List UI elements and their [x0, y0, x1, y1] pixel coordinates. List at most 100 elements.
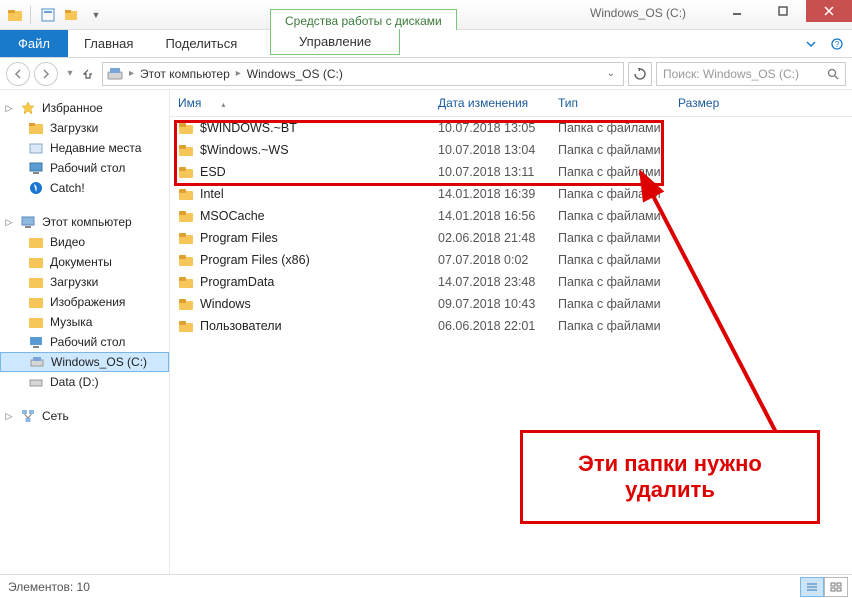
- sidebar-item-videos[interactable]: Видео: [0, 232, 169, 252]
- sidebar-item-desktop-pc[interactable]: Рабочий стол: [0, 332, 169, 352]
- tab-manage[interactable]: Управление: [270, 29, 400, 55]
- sidebar-item-downloads-pc[interactable]: Загрузки: [0, 272, 169, 292]
- drive-icon: [107, 66, 123, 82]
- caret-icon[interactable]: ▷: [4, 411, 14, 422]
- sidebar-item-pictures[interactable]: Изображения: [0, 292, 169, 312]
- file-row[interactable]: Windows09.07.2018 10:43Папка с файлами: [170, 293, 852, 315]
- column-name[interactable]: Имя▴: [170, 90, 430, 116]
- file-size: [670, 125, 750, 131]
- maximize-button[interactable]: [760, 0, 806, 22]
- sidebar-label: Catch!: [50, 181, 85, 195]
- forward-button[interactable]: [34, 62, 58, 86]
- close-button[interactable]: [806, 0, 852, 22]
- folder-icon: [178, 142, 194, 158]
- chevron-right-icon[interactable]: ▸: [129, 68, 134, 79]
- column-type[interactable]: Тип: [550, 90, 670, 116]
- sidebar-label: Недавние места: [50, 141, 141, 155]
- file-size: [670, 279, 750, 285]
- column-date[interactable]: Дата изменения: [430, 90, 550, 116]
- file-row[interactable]: Пользователи06.06.2018 22:01Папка с файл…: [170, 315, 852, 337]
- file-name: ESD: [200, 165, 226, 179]
- file-size: [670, 147, 750, 153]
- help-icon[interactable]: ?: [828, 35, 846, 53]
- recent-locations-dropdown[interactable]: ▾: [62, 68, 78, 79]
- breadcrumb-this-pc[interactable]: Этот компьютер: [140, 67, 230, 81]
- titlebar: ▼ Средства работы с дисками Windows_OS (…: [0, 0, 852, 30]
- file-date: 10.07.2018 13:05: [430, 118, 550, 138]
- file-type: Папка с файлами: [550, 140, 670, 160]
- file-size: [670, 191, 750, 197]
- tab-share[interactable]: Поделиться: [149, 31, 253, 56]
- sidebar-network[interactable]: ▷ Сеть: [0, 406, 169, 426]
- qat-dropdown-icon[interactable]: ▼: [85, 4, 107, 26]
- file-type: Папка с файлами: [550, 206, 670, 226]
- file-row[interactable]: ProgramData14.07.2018 23:48Папка с файла…: [170, 271, 852, 293]
- separator: [30, 6, 31, 24]
- navigation-pane: ▷ Избранное Загрузки Недавние места Рабо…: [0, 90, 170, 574]
- back-button[interactable]: [6, 62, 30, 86]
- sidebar-label: Видео: [50, 235, 85, 249]
- file-date: 07.07.2018 0:02: [430, 250, 550, 270]
- column-headers: Имя▴ Дата изменения Тип Размер: [170, 90, 852, 117]
- folder-icon: [178, 164, 194, 180]
- chevron-right-icon[interactable]: ▸: [236, 68, 241, 79]
- window-title: Windows_OS (C:): [590, 6, 686, 20]
- sidebar-item-drive-c[interactable]: Windows_OS (C:): [0, 352, 169, 372]
- computer-icon: [20, 214, 36, 230]
- sidebar-favorites[interactable]: ▷ Избранное: [0, 98, 169, 118]
- file-name: Windows: [200, 297, 251, 311]
- file-row[interactable]: Intel14.01.2018 16:39Папка с файлами: [170, 183, 852, 205]
- sidebar-label: Загрузки: [50, 275, 98, 289]
- file-list-pane: Имя▴ Дата изменения Тип Размер $WINDOWS.…: [170, 90, 852, 574]
- caret-icon[interactable]: ▷: [4, 103, 14, 114]
- caret-icon[interactable]: ▷: [4, 217, 14, 228]
- sidebar-item-music[interactable]: Музыка: [0, 312, 169, 332]
- sidebar-label: Сеть: [42, 409, 69, 423]
- refresh-button[interactable]: [628, 62, 652, 86]
- column-size[interactable]: Размер: [670, 90, 750, 116]
- sidebar-item-recent[interactable]: Недавние места: [0, 138, 169, 158]
- address-bar[interactable]: ▸ Этот компьютер ▸ Windows_OS (C:) ⌄: [102, 62, 624, 86]
- qat-newfolder-icon[interactable]: [61, 4, 83, 26]
- view-icons-button[interactable]: [824, 577, 848, 597]
- sidebar-label: Data (D:): [50, 375, 99, 389]
- file-row[interactable]: Program Files (x86)07.07.2018 0:02Папка …: [170, 249, 852, 271]
- qat-properties-icon[interactable]: [37, 4, 59, 26]
- breadcrumb-drive[interactable]: Windows_OS (C:): [247, 67, 343, 81]
- folder-icon: [28, 234, 44, 250]
- up-button[interactable]: [82, 68, 98, 80]
- context-tab-disk-tools[interactable]: Средства работы с дисками: [270, 9, 457, 30]
- file-date: 06.06.2018 22:01: [430, 316, 550, 336]
- address-dropdown-icon[interactable]: ⌄: [603, 68, 619, 79]
- view-details-button[interactable]: [800, 577, 824, 597]
- file-menu[interactable]: Файл: [0, 30, 68, 57]
- file-row[interactable]: $WINDOWS.~BT10.07.2018 13:05Папка с файл…: [170, 117, 852, 139]
- file-size: [670, 235, 750, 241]
- file-size: [670, 213, 750, 219]
- sidebar-label: Windows_OS (C:): [51, 355, 147, 369]
- minimize-button[interactable]: [714, 0, 760, 22]
- file-row[interactable]: ESD10.07.2018 13:11Папка с файлами: [170, 161, 852, 183]
- file-row[interactable]: $Windows.~WS10.07.2018 13:04Папка с файл…: [170, 139, 852, 161]
- search-input[interactable]: Поиск: Windows_OS (C:): [656, 62, 846, 86]
- file-row[interactable]: MSOCache14.01.2018 16:56Папка с файлами: [170, 205, 852, 227]
- sidebar-this-pc[interactable]: ▷ Этот компьютер: [0, 212, 169, 232]
- sidebar-item-catch[interactable]: Catch!: [0, 178, 169, 198]
- sidebar-item-documents[interactable]: Документы: [0, 252, 169, 272]
- sidebar-item-desktop[interactable]: Рабочий стол: [0, 158, 169, 178]
- callout-text-2: удалить: [547, 477, 793, 503]
- folder-icon: [178, 252, 194, 268]
- file-row[interactable]: Program Files02.06.2018 21:48Папка с фай…: [170, 227, 852, 249]
- sidebar-label: Избранное: [42, 101, 103, 115]
- callout-text-1: Эти папки нужно: [547, 451, 793, 477]
- folder-icon: [28, 120, 44, 136]
- tab-home[interactable]: Главная: [68, 31, 149, 56]
- drive-icon: [28, 374, 44, 390]
- file-name: Program Files (x86): [200, 253, 310, 267]
- sidebar-item-downloads[interactable]: Загрузки: [0, 118, 169, 138]
- sidebar-label: Рабочий стол: [50, 161, 125, 175]
- sidebar-item-drive-d[interactable]: Data (D:): [0, 372, 169, 392]
- expand-ribbon-icon[interactable]: [802, 35, 820, 53]
- file-date: 02.06.2018 21:48: [430, 228, 550, 248]
- folder-icon: [178, 208, 194, 224]
